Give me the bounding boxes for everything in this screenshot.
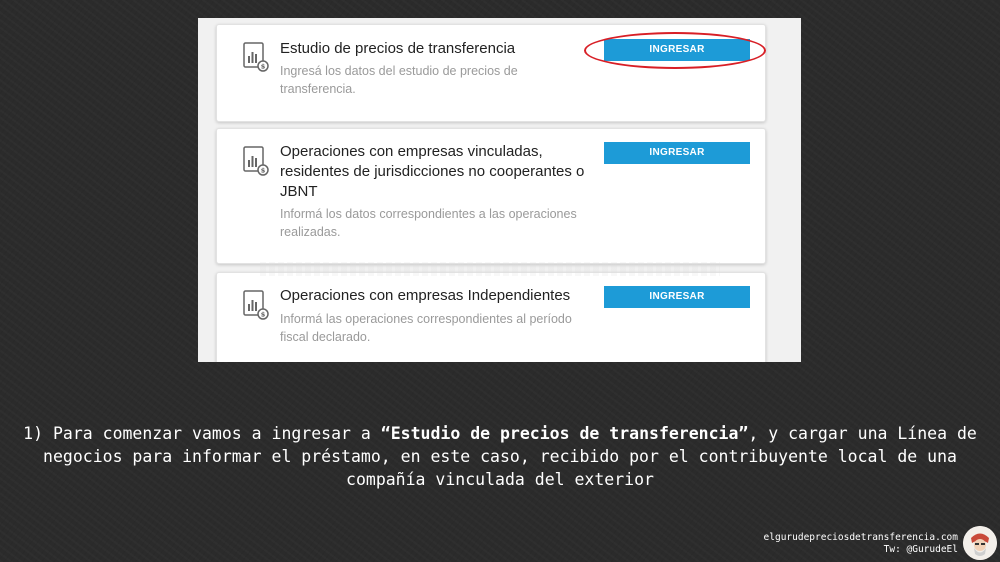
card-title: Operaciones con empresas Independientes — [280, 287, 571, 304]
screenshot-panel: $ Estudio de precios de transferencia In… — [198, 18, 801, 362]
chart-document-icon: $ — [243, 42, 269, 72]
card-description: Ingresá los datos del estudio de precios… — [280, 64, 518, 96]
avatar — [963, 526, 997, 560]
card-operaciones-vinculadas: $ Operaciones con empresas vinculadas, r… — [216, 128, 766, 264]
caption-highlight: “Estudio de precios de transferencia” — [380, 424, 749, 443]
card-description: Informá las operaciones correspondientes… — [280, 312, 572, 344]
instruction-caption: 1) Para comenzar vamos a ingresar a “Est… — [0, 422, 1000, 491]
website-link[interactable]: elgurudepreciosdetransferencia.com — [764, 532, 958, 544]
chart-document-icon: $ — [243, 146, 269, 176]
svg-text:$: $ — [261, 63, 266, 71]
caption-text: Para comenzar vamos a ingresar a — [43, 424, 381, 443]
card-title: Operaciones con empresas vinculadas, res… — [280, 143, 585, 200]
card-operaciones-independientes: $ Operaciones con empresas Independiente… — [216, 272, 766, 362]
caption-line-3: compañía vinculada del exterior — [346, 470, 654, 489]
highlight-ring — [584, 32, 766, 69]
caption-text: , y cargar una Línea de — [748, 424, 977, 443]
footer-credits: elgurudepreciosdetransferencia.com Tw: @… — [764, 532, 958, 556]
caption-line-2: negocios para informar el préstamo, en e… — [43, 447, 957, 466]
ghost-overlay — [260, 262, 720, 276]
chart-document-icon: $ — [243, 290, 269, 320]
ingresar-button[interactable]: INGRESAR — [604, 286, 750, 308]
ingresar-button[interactable]: INGRESAR — [604, 142, 750, 164]
caption-line-1: 1) Para comenzar vamos a ingresar a “Est… — [0, 422, 1000, 445]
twitter-handle: Tw: @GurudeEl — [883, 544, 958, 555]
svg-text:$: $ — [261, 311, 266, 319]
svg-text:$: $ — [261, 167, 266, 175]
card-title: Estudio de precios de transferencia — [280, 40, 516, 57]
card-description: Informá los datos correspondientes a las… — [280, 207, 577, 239]
step-number: 1) — [23, 424, 44, 443]
